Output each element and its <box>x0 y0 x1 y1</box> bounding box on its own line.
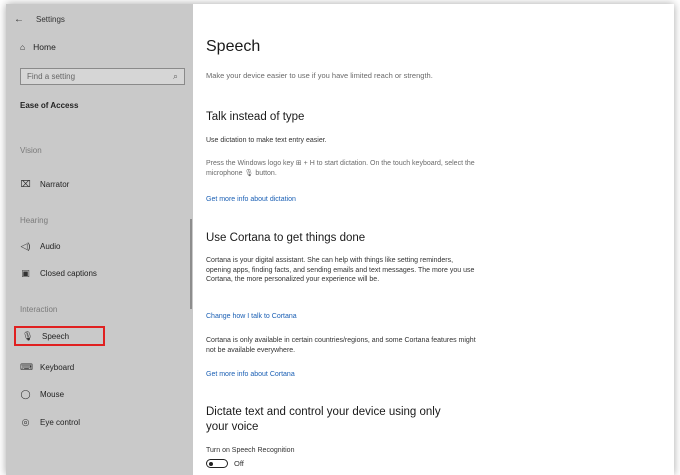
cortana-availability-note: Cortana is only available in certain cou… <box>206 337 476 354</box>
home-label: Home <box>33 42 56 52</box>
sidebar-item-mouse[interactable]: ◯ Mouse <box>20 385 170 403</box>
dictate-section-heading: Dictate text and control your device usi… <box>206 406 441 433</box>
back-arrow-icon[interactable]: ← <box>14 14 24 25</box>
group-label-hearing: Hearing <box>20 216 49 225</box>
toggle-state-label: Off <box>234 459 244 468</box>
sidebar-item-label: Audio <box>40 241 61 251</box>
sidebar-item-label: Speech <box>42 331 70 341</box>
speech-recognition-toggle[interactable] <box>206 459 228 468</box>
sidebar-item-label: Narrator <box>40 179 70 189</box>
title-bar: ← Settings <box>14 12 65 26</box>
group-label-vision: Vision <box>20 146 42 155</box>
home-icon: ⌂ <box>20 42 26 52</box>
narrator-icon: ⌧ <box>20 178 31 189</box>
sidebar-item-narrator[interactable]: ⌧ Narrator <box>20 175 170 193</box>
eye-control-icon: ◎ <box>21 416 30 427</box>
sidebar-item-audio[interactable]: ◁) Audio <box>20 237 170 255</box>
dictation-info-link[interactable]: Get more info about dictation <box>206 196 296 203</box>
sidebar-scrollbar[interactable] <box>190 219 192 309</box>
microphone-icon: 🎙 <box>22 330 34 341</box>
settings-window: ← Settings ⌂ Home Find a setting ⌕ Ease … <box>6 4 674 475</box>
closed-captions-icon: ▣ <box>21 267 30 278</box>
page-title: Speech <box>206 38 261 55</box>
window-title: Settings <box>36 14 65 24</box>
sidebar-item-label: Closed captions <box>40 268 97 278</box>
cortana-info-link[interactable]: Get more info about Cortana <box>206 371 295 378</box>
sidebar-item-eye-control[interactable]: ◎ Eye control <box>20 413 170 431</box>
mouse-icon: ◯ <box>20 388 31 399</box>
sidebar-item-label: Eye control <box>40 417 81 427</box>
talk-section-heading: Talk instead of type <box>206 111 305 123</box>
talk-section-description: Use dictation to make text entry easier. <box>206 137 327 144</box>
change-cortana-link[interactable]: Change how I talk to Cortana <box>206 313 297 320</box>
group-label-interaction: Interaction <box>20 305 58 314</box>
cortana-section-heading: Use Cortana to get things done <box>206 232 366 244</box>
keyboard-icon: ⌨ <box>20 361 33 372</box>
sidebar-item-label: Mouse <box>40 389 65 399</box>
speech-recognition-label: Turn on Speech Recognition <box>206 447 295 454</box>
sidebar-item-label: Keyboard <box>40 362 75 372</box>
sidebar: ← Settings ⌂ Home Find a setting ⌕ Ease … <box>6 4 193 475</box>
search-input[interactable]: Find a setting ⌕ <box>20 68 185 85</box>
section-title: Ease of Access <box>20 101 79 110</box>
speaker-icon: ◁) <box>20 240 31 251</box>
speech-recognition-toggle-row[interactable]: Off <box>206 459 244 468</box>
toggle-knob <box>209 461 213 466</box>
cortana-description: Cortana is your digital assistant. She c… <box>206 257 475 283</box>
dictation-instructions: Press the Windows logo key ⊞ + H to star… <box>206 160 475 177</box>
search-icon[interactable]: ⌕ <box>173 71 178 82</box>
sidebar-item-closed-captions[interactable]: ▣ Closed captions <box>20 264 170 282</box>
search-placeholder: Find a setting <box>27 72 76 81</box>
sidebar-item-speech[interactable]: 🎙 Speech <box>14 326 105 346</box>
main-content: Speech Make your device easier to use if… <box>193 4 674 475</box>
home-link[interactable]: ⌂ Home <box>20 42 56 52</box>
page-description: Make your device easier to use if you ha… <box>206 71 433 80</box>
sidebar-item-keyboard[interactable]: ⌨ Keyboard <box>20 358 170 376</box>
